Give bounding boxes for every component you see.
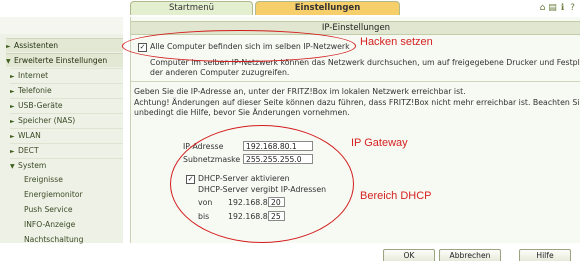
sidebar-top-strip (0, 17, 123, 34)
top-icons: ⌂ ▤ ℹ ? (538, 2, 580, 16)
ip-address-field[interactable]: 192.168.80.1 (243, 141, 313, 151)
same-network-desc-2: der anderen Computer zuzugreifen. (150, 68, 290, 77)
annotation-ip-gateway: IP Gateway (351, 137, 408, 149)
sidebar-item-ereignisse[interactable]: Ereignisse (24, 173, 123, 186)
sidebar-item-telefonie[interactable]: ► Telefonie (10, 83, 123, 97)
same-network-label: Alle Computer befinden sich im selben IP… (150, 42, 350, 51)
help-button[interactable]: Hilfe (519, 249, 571, 261)
tab-settings[interactable]: Einstellungen (255, 1, 400, 15)
sidebar-item-assistenten[interactable]: ► Assistenten (6, 38, 123, 52)
sidebar-item-push-service[interactable]: Push Service (24, 203, 123, 216)
divider (131, 81, 580, 82)
arrow-right-icon: ► (10, 73, 15, 80)
arrow-right-icon: ► (6, 43, 11, 50)
sidebar-item-label: Telefonie (18, 86, 52, 95)
sidebar-item-speicher[interactable]: ► Speicher (NAS) (10, 113, 123, 127)
warning-text-1: Achtung! Änderungen auf dieser Seite kön… (134, 98, 580, 107)
warning-text-2: unbedingt die Hilfe, bevor Sie Änderunge… (134, 108, 350, 117)
main-panel: IP-Einstellungen ✓ Alle Computer befinde… (130, 17, 580, 261)
range-to-label: bis (198, 212, 210, 221)
dhcp-checkbox[interactable]: ✓ (186, 175, 195, 184)
page-title: IP-Einstellungen (131, 21, 580, 35)
sidebar-item-usb-geraete[interactable]: ► USB-Geräte (10, 98, 123, 112)
arrow-right-icon: ► (10, 148, 15, 155)
sidebar-item-label: Assistenten (14, 41, 59, 50)
subnet-mask-field[interactable]: 255.255.255.0 (243, 154, 313, 164)
arrow-right-icon: ► (10, 118, 15, 125)
annotation-hacken-setzen: Hacken setzen (360, 36, 433, 48)
sidebar-item-label: Erweiterte Einstellungen (14, 56, 108, 65)
sidebar-item-label: Speicher (NAS) (18, 116, 76, 125)
cancel-button[interactable]: Abbrechen (439, 249, 501, 261)
info-icon[interactable]: ℹ (558, 2, 567, 14)
top-tabs: Startmenü Einstellungen (130, 0, 538, 16)
sidebar-item-label: System (18, 161, 47, 170)
sidebar-item-label: WLAN (18, 131, 41, 140)
arrow-right-icon: ► (10, 103, 15, 110)
range-from-field[interactable]: 20 (268, 197, 285, 207)
sidebar-item-erweiterte-einstellungen[interactable]: ▼ Erweiterte Einstellungen (6, 53, 123, 67)
sidebar-item-info-anzeige[interactable]: INFO-Anzeige (24, 218, 123, 231)
annotation-bereich-dhcp: Bereich DHCP (360, 190, 432, 202)
same-network-desc-1: Computer im selben IP-Netzwerk können da… (150, 58, 580, 67)
sidebar: ► Assistenten ▼ Erweiterte Einstellungen ►… (0, 17, 123, 246)
home-icon[interactable]: ⌂ (538, 2, 547, 14)
range-from-label: von (198, 198, 213, 207)
sidebar-item-nachtschaltung[interactable]: Nachtschaltung (24, 233, 123, 246)
ok-button[interactable]: OK (383, 249, 435, 261)
arrow-right-icon: ► (10, 88, 15, 95)
tab-startmenu[interactable]: Startmenü (130, 1, 253, 15)
arrow-down-icon: ▼ (10, 163, 15, 170)
same-network-checkbox[interactable]: ✓ (138, 43, 147, 52)
ip-intro-text: Geben Sie die IP-Adresse an, unter der F… (134, 87, 466, 96)
dhcp-label: DHCP-Server aktivieren (198, 174, 290, 183)
subnet-mask-label: Subnetzmaske (183, 155, 241, 164)
help-icon[interactable]: ? (568, 2, 577, 14)
save-icon[interactable]: ▤ (548, 2, 557, 14)
ip-address-label: IP-Adresse (183, 142, 224, 151)
sidebar-item-energiemonitor[interactable]: Energiemonitor (24, 188, 123, 201)
sidebar-item-wlan[interactable]: ► WLAN (10, 128, 123, 142)
arrow-right-icon: ► (10, 133, 15, 140)
sidebar-item-label: USB-Geräte (18, 101, 63, 110)
sidebar-item-dect[interactable]: ► DECT (10, 143, 123, 157)
sidebar-item-internet[interactable]: ► Internet (10, 68, 123, 82)
sidebar-item-label: DECT (18, 146, 39, 155)
range-to-field[interactable]: 25 (268, 211, 285, 221)
sidebar-item-system[interactable]: ▼ System (10, 158, 123, 172)
dhcp-range-text: DHCP-Server vergibt IP-Adressen (198, 185, 327, 194)
arrow-down-icon: ▼ (6, 58, 11, 65)
sidebar-item-label: Internet (18, 71, 49, 80)
